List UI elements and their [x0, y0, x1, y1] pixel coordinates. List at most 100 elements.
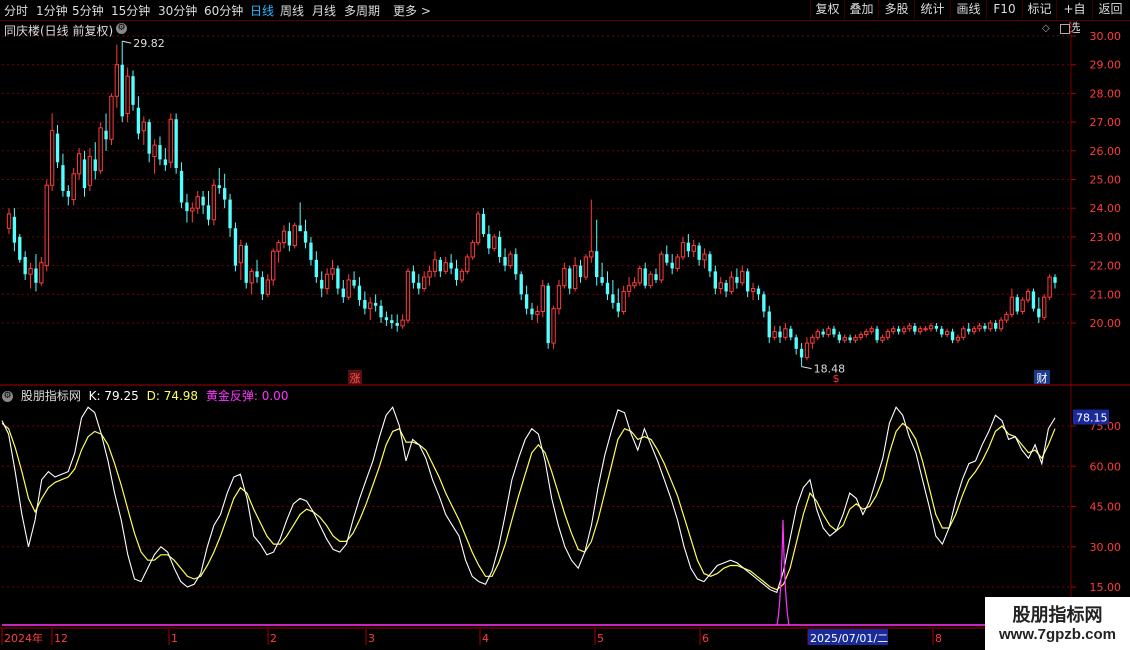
period-tab-0[interactable]: 分时 — [4, 2, 28, 19]
candle-body — [621, 290, 626, 313]
candle-body — [918, 328, 923, 333]
settings-gear-icon[interactable]: ⚙ — [116, 23, 127, 34]
period-tab-8[interactable]: 月线 — [312, 2, 336, 19]
candle-body — [977, 325, 982, 330]
price-tick-label: 21.00 — [1090, 288, 1122, 301]
price-tick-label: 28.00 — [1090, 87, 1122, 100]
high-price-label: 29.82 — [133, 37, 165, 50]
indicator-gear-icon[interactable]: ⚙ — [2, 391, 13, 402]
candle-body — [675, 256, 680, 269]
candle-body — [330, 267, 335, 275]
candle-body — [724, 282, 728, 292]
candle-body — [228, 199, 232, 229]
candle-body — [546, 285, 550, 344]
period-tab-3[interactable]: 15分钟 — [111, 2, 150, 19]
period-tab-1[interactable]: 1分钟 — [36, 2, 68, 19]
candle-body — [1009, 296, 1015, 315]
event-marker-bg — [348, 370, 362, 384]
candle-body — [1037, 308, 1041, 318]
candle-body — [815, 331, 820, 338]
candle-body — [519, 274, 523, 295]
candle-body — [417, 282, 421, 289]
candle-body — [298, 225, 302, 232]
candle-body — [605, 282, 610, 295]
period-tab-2[interactable]: 5分钟 — [72, 2, 104, 19]
toolbar-button-7[interactable]: +自选 — [1056, 0, 1092, 35]
candle-body — [222, 188, 227, 200]
candle-body — [481, 213, 486, 235]
candle-body — [880, 336, 885, 341]
candle-body — [729, 276, 734, 292]
candle-body — [637, 267, 643, 284]
candle-body — [104, 130, 108, 140]
candle-body — [1047, 276, 1052, 298]
candle-body — [540, 285, 545, 313]
toolbar-button-4[interactable]: 画线 — [950, 0, 986, 19]
candle-body — [1053, 277, 1057, 283]
window-square-icon[interactable] — [1060, 24, 1070, 34]
candle-body — [535, 311, 540, 315]
low-arrow — [801, 366, 812, 370]
candle-body — [1004, 313, 1009, 321]
toolbar-button-1[interactable]: 叠加 — [844, 0, 878, 19]
candle-body — [443, 262, 448, 272]
current-date-label: 2025/07/01/二 — [810, 632, 888, 645]
candle-body — [395, 323, 399, 326]
toolbar-button-8[interactable]: 返回 — [1092, 0, 1128, 19]
time-label: 3 — [368, 632, 375, 645]
candle-body — [988, 322, 993, 330]
candle-body — [265, 279, 270, 295]
period-tab-7[interactable]: 周线 — [280, 2, 304, 19]
period-tab-5[interactable]: 60分钟 — [204, 2, 243, 19]
indicator-tick-label: 30.00 — [1090, 541, 1122, 554]
candle-body — [583, 256, 589, 278]
candle-body — [309, 242, 313, 260]
candle-body — [18, 236, 22, 260]
candle-body — [686, 242, 691, 252]
candle-body — [626, 285, 632, 292]
candle-body — [648, 273, 653, 287]
top-toolbar: 分时 1分钟 5分钟 15分钟 30分钟 60分钟 日线 周线 月线 多周期 更多 > 复权 叠加 多股统… — [0, 0, 1130, 35]
price-tick-label: 22.00 — [1090, 260, 1122, 273]
event-marker-dollar: $ — [833, 372, 840, 385]
event-marker-cai-bg — [1034, 370, 1050, 384]
candle-body — [745, 271, 750, 292]
candle-body — [783, 328, 788, 338]
toolbar-button-5[interactable]: F10 — [986, 0, 1022, 19]
diamond-icon[interactable]: ◇ — [1042, 23, 1050, 34]
toolbar-button-3[interactable]: 统计 — [914, 0, 950, 19]
candle-body — [195, 196, 200, 209]
candle-body — [810, 336, 815, 344]
toolbar-button-2[interactable]: 多股 — [878, 0, 914, 19]
candle-body — [772, 331, 777, 338]
toolbar-button-0[interactable]: 复权 — [810, 0, 844, 19]
candle-body — [238, 245, 244, 264]
watermark-url: www.7gpzb.com — [999, 626, 1116, 643]
candle-body — [87, 156, 93, 186]
toolbar-button-6[interactable]: 标记 — [1022, 0, 1056, 19]
period-tab-6[interactable]: 日线 — [250, 2, 274, 19]
candle-body — [438, 259, 443, 272]
candle-body — [983, 325, 987, 329]
period-tab-10[interactable]: 更多 > — [393, 2, 431, 19]
candle-body — [314, 259, 319, 278]
candle-body — [405, 270, 411, 321]
k-value-label: K: 79.25 — [88, 389, 139, 403]
candle-body — [750, 288, 756, 292]
candle-body — [276, 242, 281, 252]
candle-body — [940, 328, 944, 335]
candle-body — [260, 277, 265, 295]
candle-body — [600, 277, 604, 283]
candle-body — [475, 213, 481, 244]
candle-body — [853, 336, 858, 341]
indicator-header: ⚙ 股朋指标网 K: 79.25 D: 74.98 黄金反弹: 0.00 — [2, 387, 292, 404]
candle-body — [589, 250, 594, 258]
signal-spike — [776, 519, 790, 626]
period-tab-4[interactable]: 30分钟 — [158, 2, 197, 19]
candle-body — [702, 253, 707, 261]
candle-body — [901, 328, 907, 333]
candle-body — [136, 107, 141, 134]
candle-body — [82, 159, 87, 189]
period-tab-9[interactable]: 多周期 — [344, 2, 380, 19]
kline-chart: 20.00 21.00 22.00 23.00 24.00 25.00 26.00 27.00… — [0, 20, 1130, 645]
